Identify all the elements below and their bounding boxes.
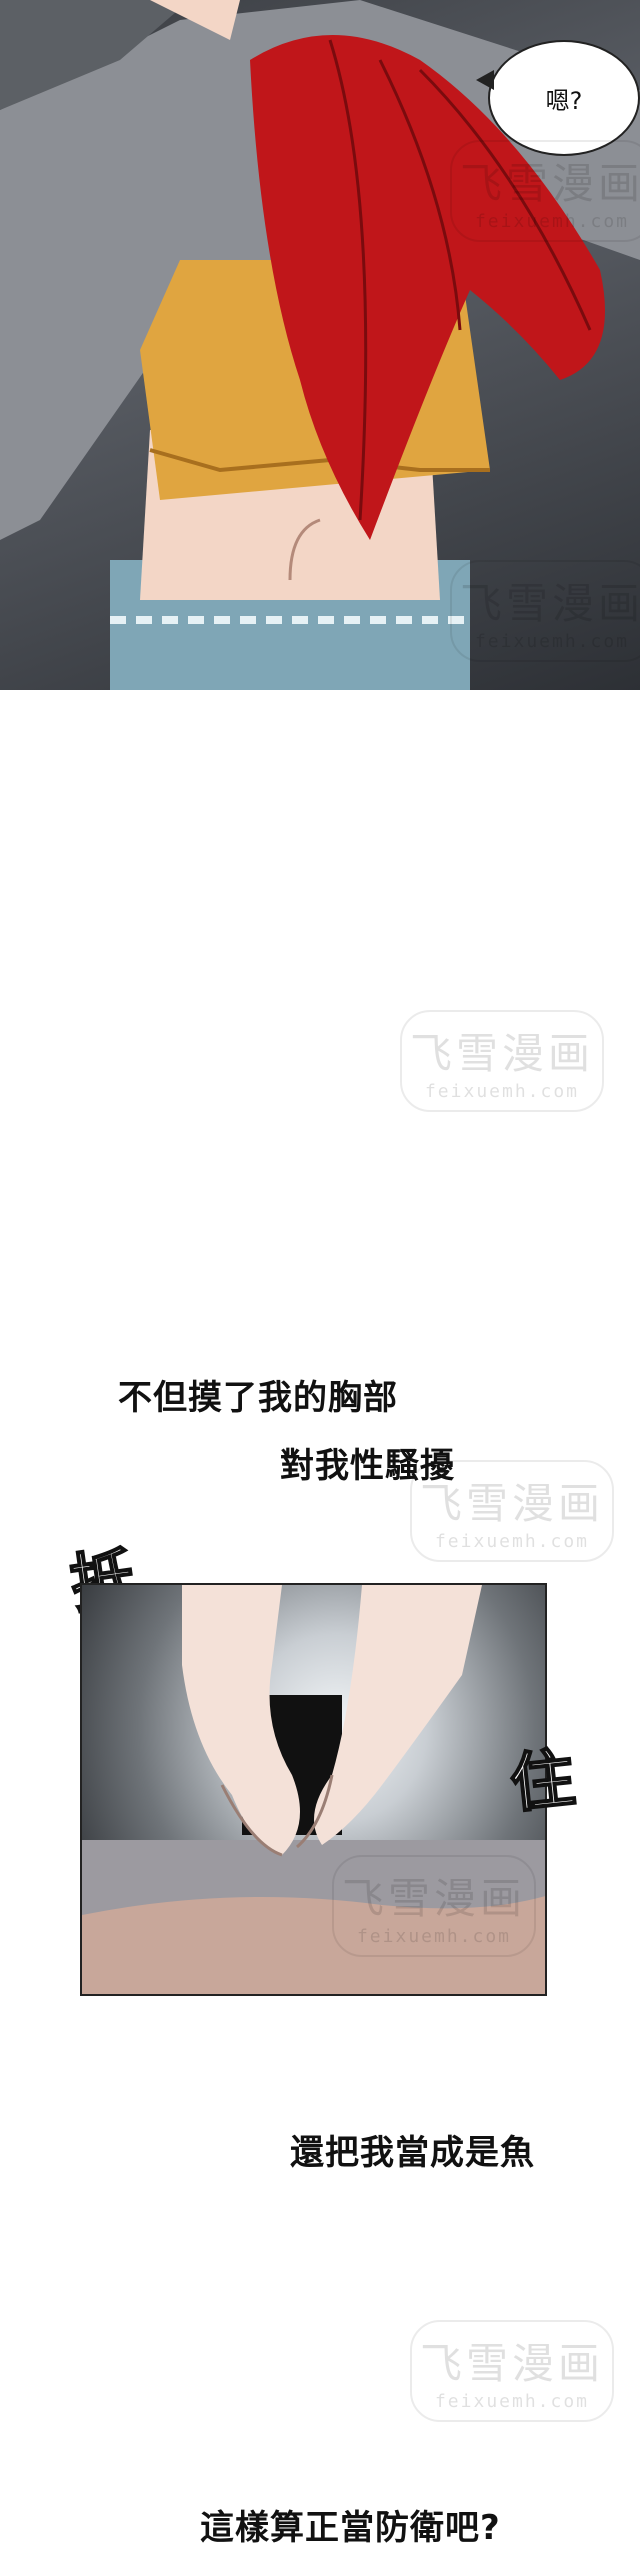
watermark-title: 飞雪漫画 [341, 1874, 526, 1923]
watermark-url: feixuemh.com [424, 1081, 580, 1102]
watermark-url: feixuemh.com [474, 211, 630, 232]
watermark-url: feixuemh.com [434, 2391, 590, 2412]
watermark-url: feixuemh.com [474, 631, 630, 652]
watermark-title: 飞雪漫画 [419, 1479, 604, 1528]
caption: 不但摸了我的胸部 [118, 1378, 398, 1418]
comic-panel-middle: 飞雪漫画 feixuemh.com [80, 1583, 547, 1996]
watermark: 飞雪漫画 feixuemh.com [450, 560, 640, 662]
watermark-title: 飞雪漫画 [409, 1029, 594, 1078]
comic-panel-top: 嗯? 飞雪漫画 feixuemh.com 飞雪漫画 feixuemh.com [0, 0, 640, 690]
watermark: 飞雪漫画 feixuemh.com [410, 2320, 614, 2422]
watermark: 飞雪漫画 feixuemh.com [450, 140, 640, 242]
watermark-url: feixuemh.com [434, 1531, 590, 1552]
speech-bubble: 嗯? [476, 40, 640, 156]
watermark: 飞雪漫画 feixuemh.com [410, 1460, 614, 1562]
speech-bubble-text: 嗯? [545, 86, 583, 115]
watermark: 飞雪漫画 feixuemh.com [332, 1855, 536, 1957]
watermark-title: 飞雪漫画 [459, 579, 640, 628]
caption: 還把我當成是魚 [290, 2133, 535, 2173]
watermark-title: 飞雪漫画 [419, 2339, 604, 2388]
watermark-url: feixuemh.com [356, 1926, 512, 1947]
watermark-title: 飞雪漫画 [459, 159, 640, 208]
caption: 這樣算正當防衛吧? [200, 2508, 501, 2548]
sound-effect: 住 [506, 1741, 579, 1823]
watermark: 飞雪漫画 feixuemh.com [400, 1010, 604, 1112]
